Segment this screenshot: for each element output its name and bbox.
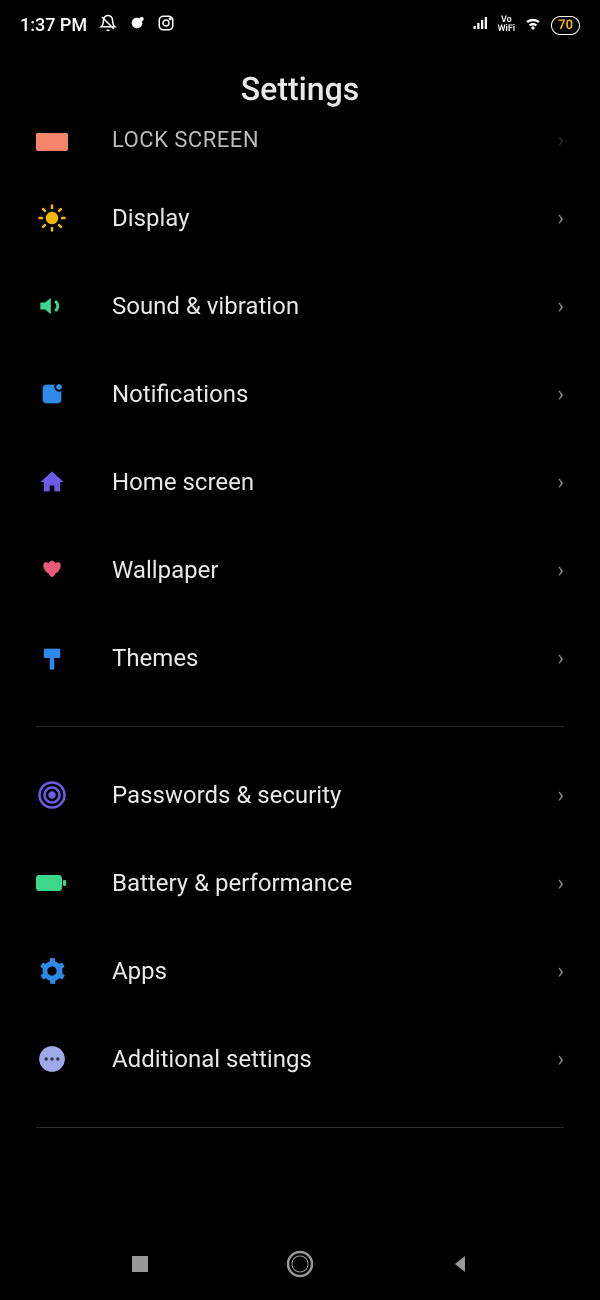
wifi-icon	[523, 13, 543, 38]
settings-item-battery[interactable]: Battery & performance ›	[0, 839, 600, 927]
item-label: Passwords & security	[112, 781, 513, 809]
nav-recent-button[interactable]	[120, 1244, 160, 1284]
page-title: Settings	[0, 70, 600, 108]
chevron-right-icon: ›	[557, 128, 564, 153]
sun-icon	[36, 202, 68, 234]
item-label: Home screen	[112, 468, 513, 496]
chevron-right-icon: ›	[557, 382, 564, 407]
settings-item-display[interactable]: Display ›	[0, 174, 600, 262]
settings-item-additional[interactable]: Additional settings ›	[0, 1015, 600, 1103]
nav-home-button[interactable]	[280, 1244, 320, 1284]
chevron-right-icon: ›	[557, 871, 564, 896]
speaker-icon	[36, 290, 68, 322]
item-label: Themes	[112, 644, 513, 672]
lock-screen-icon	[36, 124, 68, 156]
record-icon	[129, 15, 145, 36]
nav-back-button[interactable]	[440, 1244, 480, 1284]
divider	[36, 726, 564, 727]
item-label: Display	[112, 204, 513, 232]
settings-item-apps[interactable]: Apps ›	[0, 927, 600, 1015]
more-icon	[36, 1043, 68, 1075]
item-label: Additional settings	[112, 1045, 513, 1073]
status-right: VoWiFi 70	[472, 13, 580, 38]
item-label: Battery & performance	[112, 869, 513, 897]
settings-group-1: Lock screen › Display › Sound & vibratio…	[0, 124, 600, 702]
chevron-right-icon: ›	[557, 558, 564, 583]
settings-item-lock-screen[interactable]: Lock screen ›	[0, 124, 600, 174]
battery-level: 70	[558, 18, 573, 33]
signal-icon	[472, 14, 490, 37]
status-left: 1:37 PM	[20, 14, 175, 37]
settings-item-home-screen[interactable]: Home screen ›	[0, 438, 600, 526]
settings-item-passwords[interactable]: Passwords & security ›	[0, 751, 600, 839]
chevron-right-icon: ›	[557, 959, 564, 984]
settings-item-notifications[interactable]: Notifications ›	[0, 350, 600, 438]
gear-icon	[36, 955, 68, 987]
chevron-right-icon: ›	[557, 1047, 564, 1072]
chevron-right-icon: ›	[557, 783, 564, 808]
item-label: Wallpaper	[112, 556, 513, 584]
brush-icon	[36, 642, 68, 674]
chevron-right-icon: ›	[557, 646, 564, 671]
item-label: Apps	[112, 957, 513, 985]
nav-bar	[0, 1228, 600, 1300]
settings-item-sound[interactable]: Sound & vibration ›	[0, 262, 600, 350]
settings-group-2: Passwords & security › Battery & perform…	[0, 751, 600, 1103]
settings-item-wallpaper[interactable]: Wallpaper ›	[0, 526, 600, 614]
status-bar: 1:37 PM VoWiFi 70	[0, 0, 600, 50]
chevron-right-icon: ›	[557, 470, 564, 495]
item-label: Notifications	[112, 380, 513, 408]
item-label: Lock screen	[112, 128, 513, 153]
divider	[36, 1127, 564, 1128]
chevron-right-icon: ›	[557, 294, 564, 319]
instagram-icon	[157, 14, 175, 37]
notifications-icon	[36, 378, 68, 410]
item-label: Sound & vibration	[112, 292, 513, 320]
chevron-right-icon: ›	[557, 206, 564, 231]
vowifi-icon: VoWiFi	[498, 16, 516, 34]
status-time: 1:37 PM	[20, 15, 87, 36]
battery-icon	[36, 867, 68, 899]
dnd-icon	[99, 14, 117, 37]
battery-indicator: 70	[551, 16, 580, 35]
settings-item-themes[interactable]: Themes ›	[0, 614, 600, 702]
fingerprint-icon	[36, 779, 68, 811]
home-icon	[36, 466, 68, 498]
flower-icon	[36, 554, 68, 586]
